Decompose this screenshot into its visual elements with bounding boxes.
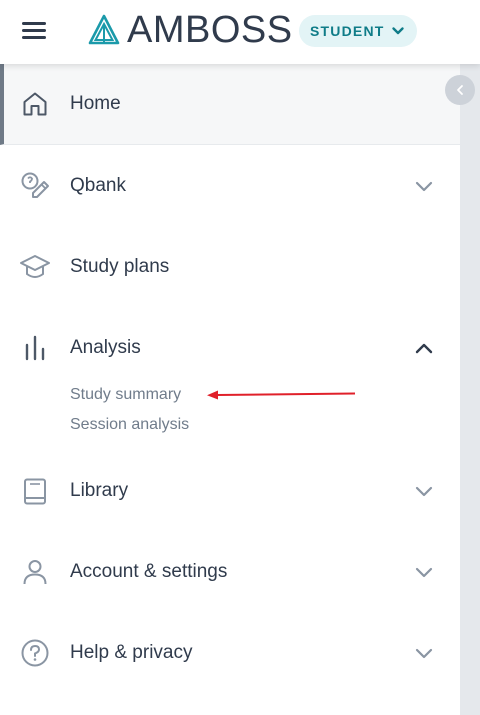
submenu-item-study-summary[interactable]: Study summary — [70, 386, 181, 404]
home-icon — [19, 88, 51, 120]
sidebar-nav: Home Qbank Study plans Analysis Study su… — [0, 64, 460, 693]
app-header: AMBOSS STUDENT — [0, 0, 480, 64]
sidebar-item-analysis[interactable]: Analysis — [0, 307, 460, 388]
qbank-icon — [19, 170, 51, 202]
user-icon — [19, 556, 51, 588]
chevron-down-icon[interactable] — [413, 642, 435, 664]
bar-chart-icon — [19, 332, 51, 364]
chevron-down-icon[interactable] — [413, 480, 435, 502]
role-selector[interactable]: STUDENT — [299, 15, 417, 47]
chevron-down-icon[interactable] — [413, 175, 435, 197]
sidebar-item-qbank[interactable]: Qbank — [0, 145, 460, 226]
sidebar-item-label: Help & privacy — [70, 641, 193, 663]
role-label: STUDENT — [310, 23, 385, 39]
chevron-up-icon[interactable] — [413, 337, 435, 359]
annotation-arrow — [207, 390, 356, 400]
amboss-logo-icon — [88, 14, 120, 45]
chevron-left-icon — [457, 85, 463, 95]
sidebar-item-account-settings[interactable]: Account & settings — [0, 531, 460, 612]
sidebar-item-study-plans[interactable]: Study plans — [0, 226, 460, 307]
sidebar-item-label: Analysis — [70, 336, 141, 358]
sidebar-item-label: Study plans — [70, 255, 170, 277]
chevron-down-icon[interactable] — [413, 561, 435, 583]
graduation-cap-icon — [19, 251, 51, 283]
brand-name[interactable]: AMBOSS — [127, 9, 293, 52]
sidebar-item-label: Account & settings — [70, 560, 228, 582]
sidebar-item-help-privacy[interactable]: Help & privacy — [0, 612, 460, 693]
book-icon — [19, 475, 51, 507]
sidebar-item-label: Library — [70, 479, 129, 501]
help-circle-icon — [19, 637, 51, 669]
menu-icon[interactable] — [20, 18, 48, 42]
submenu-item-session-analysis[interactable]: Session analysis — [70, 416, 189, 434]
chevron-down-icon — [391, 27, 404, 35]
sidebar-item-library[interactable]: Library — [0, 450, 460, 531]
sidebar-item-label: Qbank — [70, 174, 126, 196]
sidebar-scroll-track[interactable] — [460, 64, 480, 715]
collapse-sidebar-button[interactable] — [445, 75, 475, 105]
sidebar-item-label: Home — [70, 93, 121, 114]
sidebar-item-home[interactable]: Home — [0, 64, 460, 145]
